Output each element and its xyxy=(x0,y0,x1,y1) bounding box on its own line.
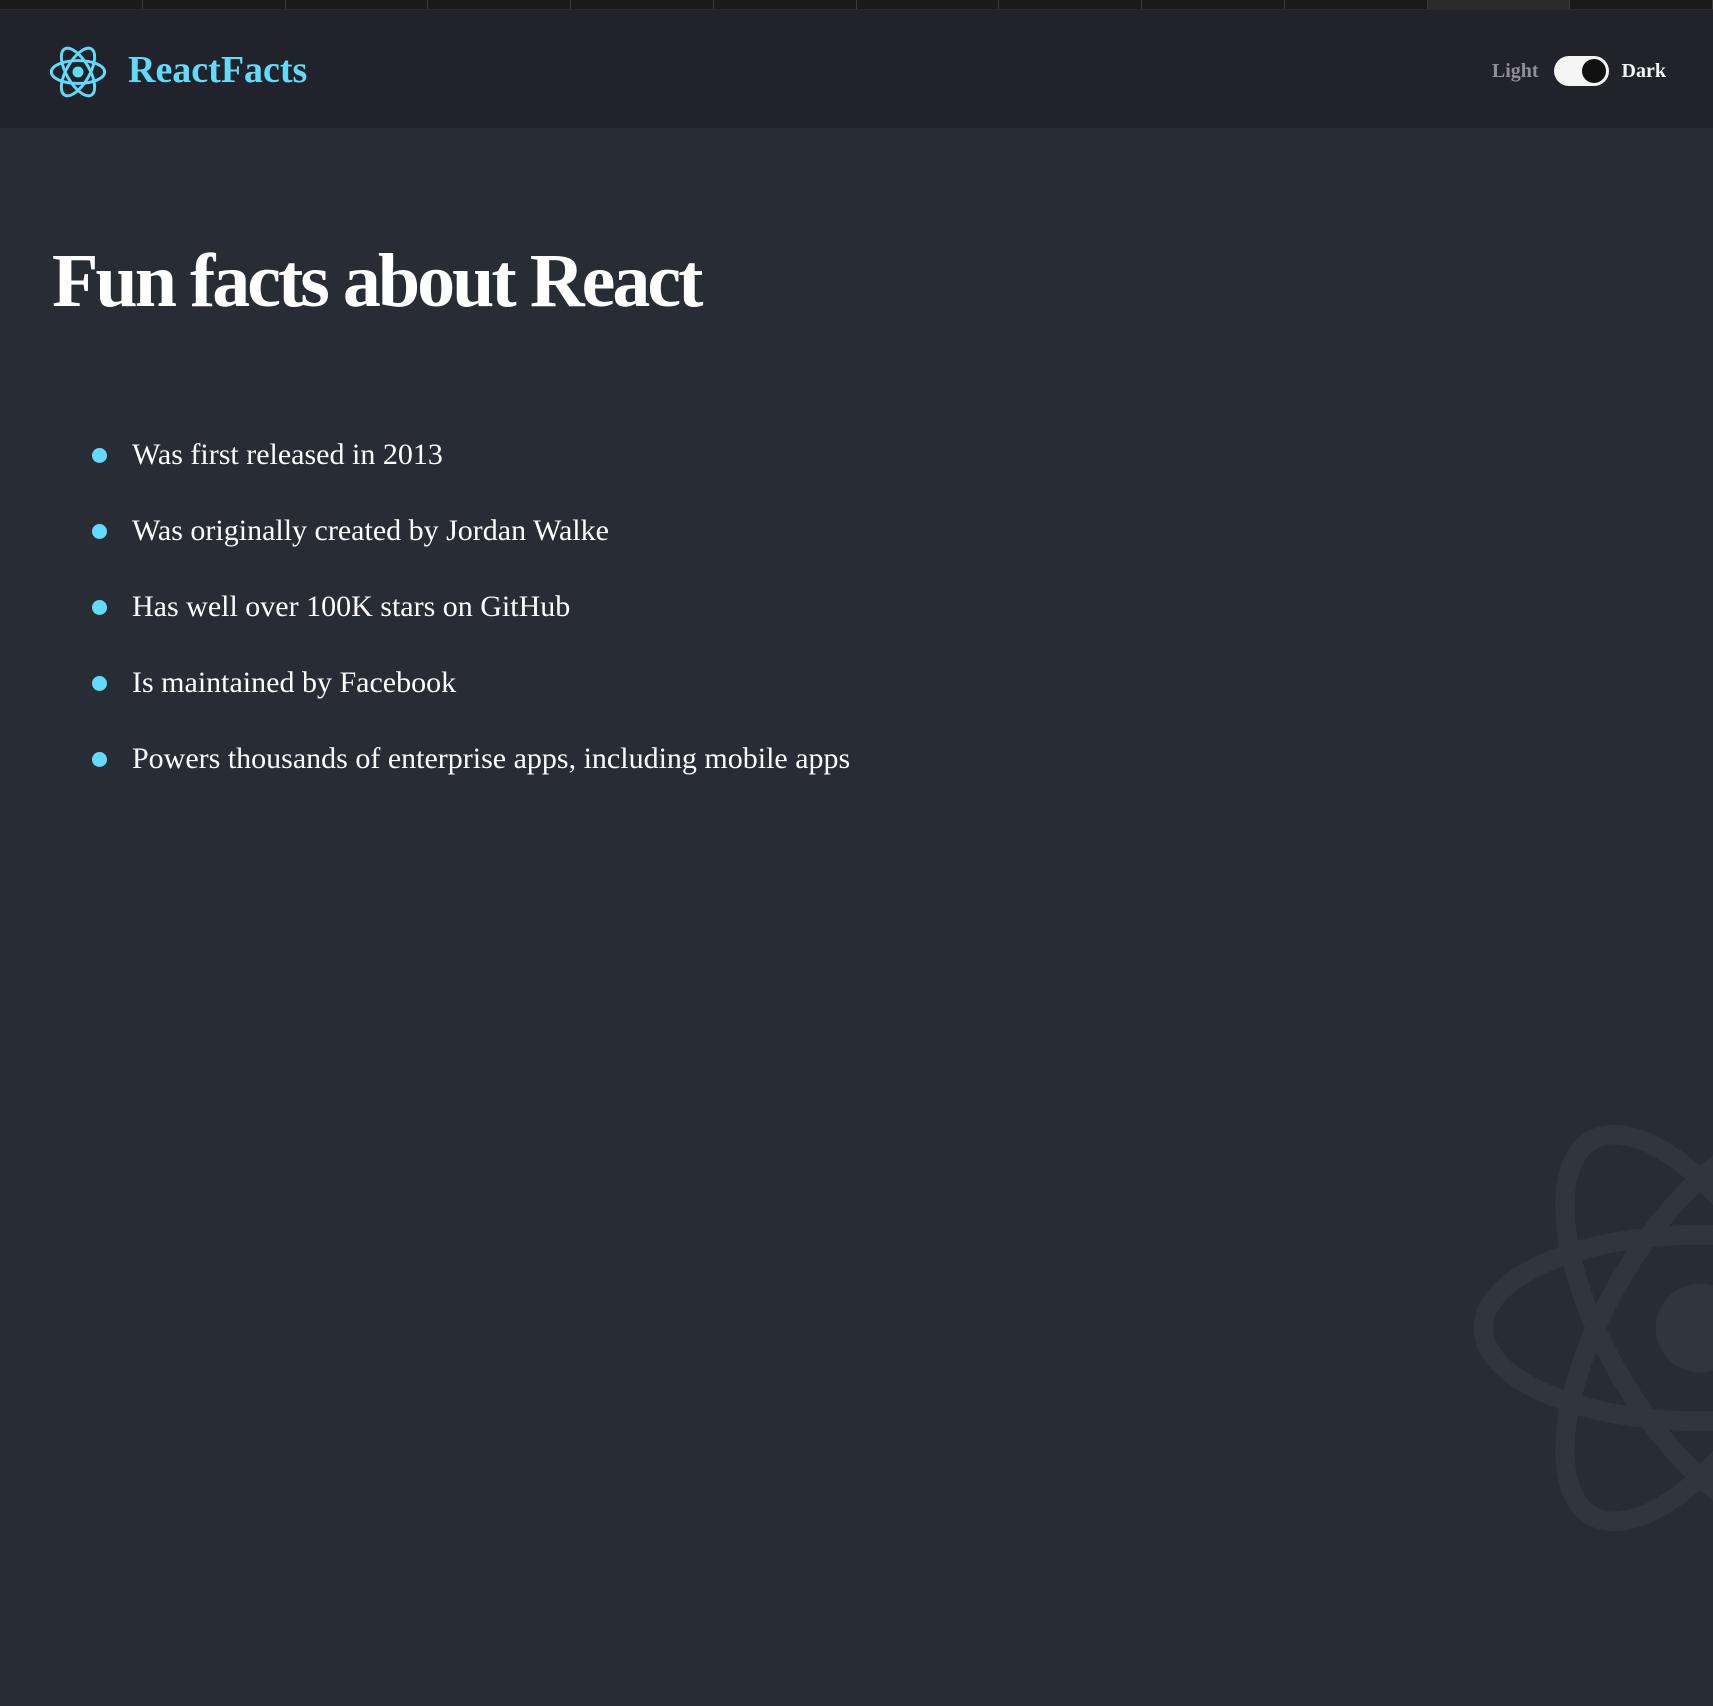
main-content: Fun facts about React Was first released… xyxy=(0,128,1713,1706)
bullet-icon xyxy=(92,524,107,539)
toggle-light-label: Light xyxy=(1491,59,1539,82)
bullet-icon xyxy=(92,448,107,463)
fact-text: Was originally created by Jordan Walke xyxy=(132,514,609,547)
react-atom-icon xyxy=(49,46,107,98)
list-item: Is maintained by Facebook xyxy=(92,664,872,702)
browser-tab-strip xyxy=(0,0,1713,10)
fact-text: Is maintained by Facebook xyxy=(132,666,457,699)
list-item: Was first released in 2013 xyxy=(92,436,872,474)
list-item: Was originally created by Jordan Walke xyxy=(92,512,872,550)
toggle-knob xyxy=(1581,59,1606,83)
navbar: ReactFacts Light Dark xyxy=(0,10,1713,128)
fact-text: Powers thousands of enterprise apps, inc… xyxy=(132,742,851,775)
page-title: Fun facts about React xyxy=(52,239,703,323)
list-item: Has well over 100K stars on GitHub xyxy=(92,588,872,626)
fact-text: Was first released in 2013 xyxy=(132,438,443,471)
bullet-icon xyxy=(92,752,107,767)
bullet-icon xyxy=(92,676,107,691)
facts-list: Was first released in 2013 Was originall… xyxy=(92,436,872,816)
theme-toggle: Light Dark xyxy=(1492,56,1666,86)
bullet-icon xyxy=(92,600,107,615)
react-atom-watermark-icon xyxy=(1473,1124,1713,1532)
fact-text: Has well over 100K stars on GitHub xyxy=(132,590,571,623)
toggle-dark-label: Dark xyxy=(1621,59,1666,82)
list-item: Powers thousands of enterprise apps, inc… xyxy=(92,740,872,778)
theme-toggle-switch[interactable] xyxy=(1553,56,1609,86)
brand-name[interactable]: ReactFacts xyxy=(128,48,307,94)
